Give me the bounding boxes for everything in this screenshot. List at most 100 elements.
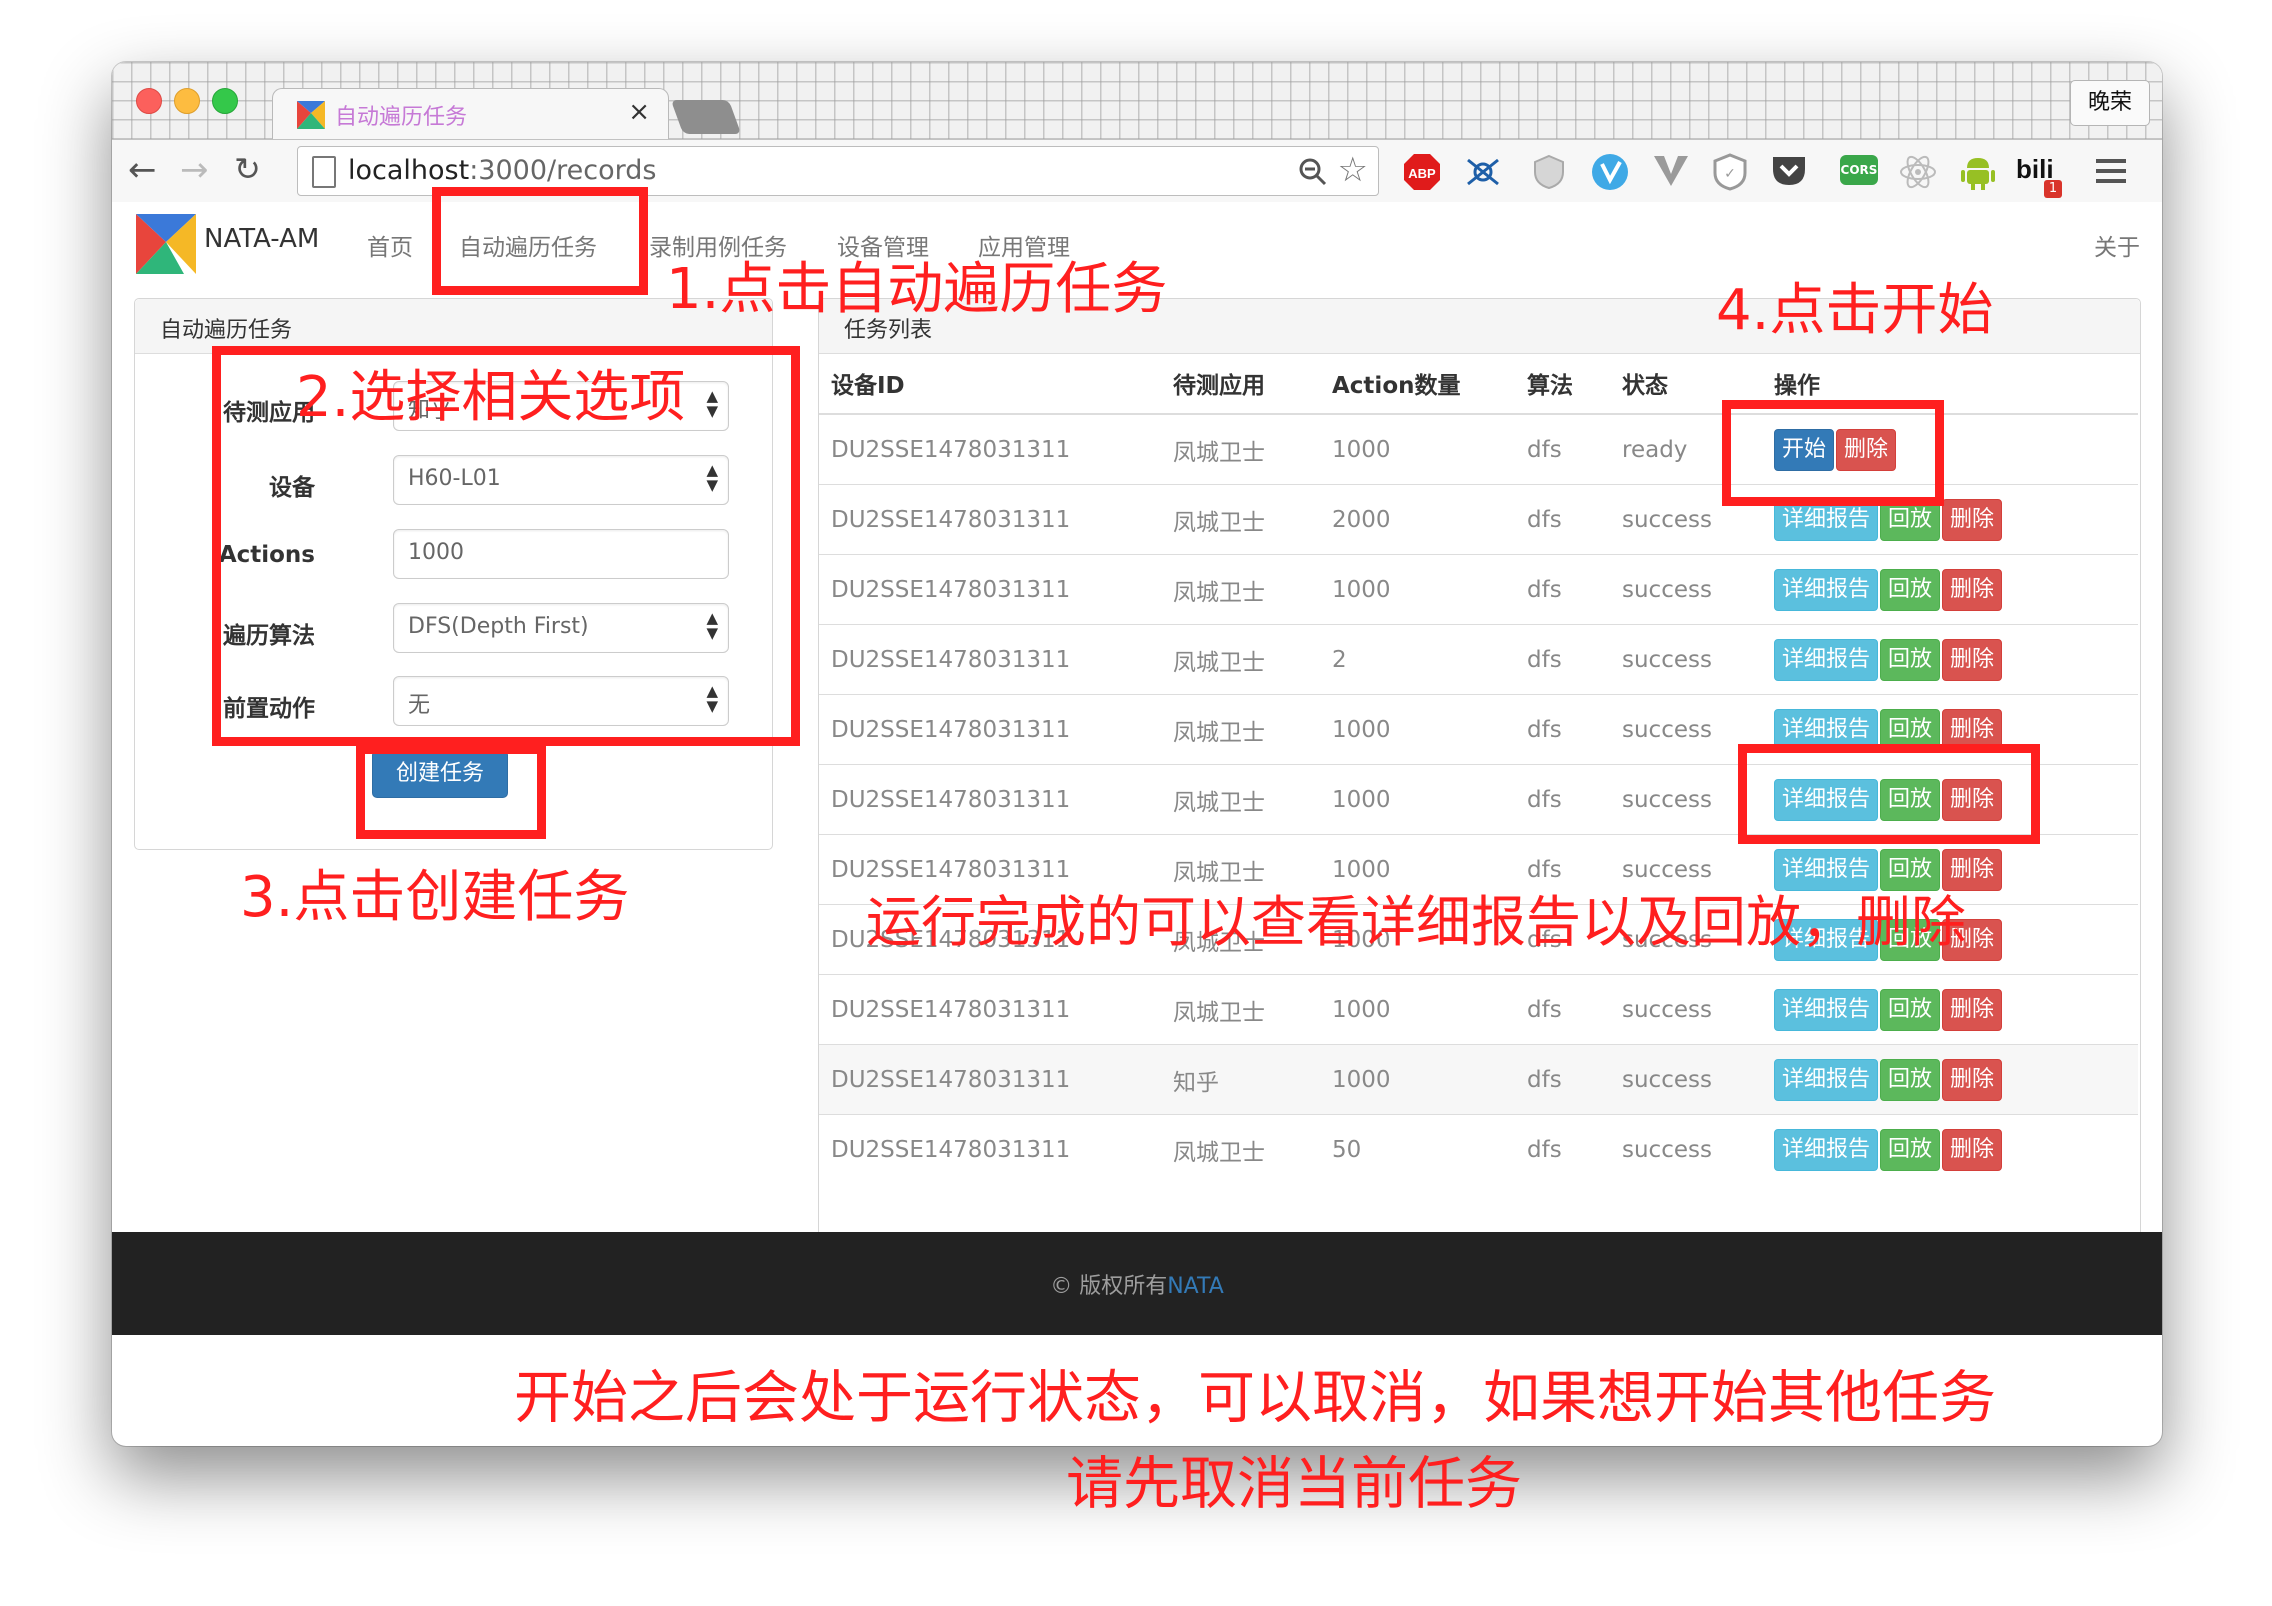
replay-button[interactable]: 回放 (1880, 1128, 1941, 1171)
replay-button[interactable]: 回放 (1880, 988, 1941, 1031)
site-footer: © 版权所有NATA (112, 1232, 2162, 1335)
action-count-cell: 1000 (1320, 1044, 1515, 1115)
nata-favicon-icon (297, 101, 325, 129)
status-cell: success (1610, 554, 1762, 625)
app-cell: 凤城卫士 (1161, 554, 1320, 625)
annotation-bottom-note-2: 请先取消当前任务 (1066, 1451, 1522, 1517)
algorithm-cell: dfs (1515, 694, 1610, 765)
react-devtools-icon[interactable] (1898, 152, 1938, 192)
annotation-step2: 2.选择相关选项 (296, 365, 686, 430)
reload-icon[interactable]: ↻ (234, 150, 261, 188)
algorithm-cell: dfs (1515, 554, 1610, 625)
svg-text:ABP: ABP (1408, 166, 1436, 181)
app-cell: 凤城卫士 (1161, 764, 1320, 835)
replay-button[interactable]: 回放 (1880, 568, 1941, 611)
bookmark-star-icon[interactable]: ☆ (1338, 150, 1368, 190)
replay-button[interactable]: 回放 (1880, 1058, 1941, 1101)
algorithm-cell: dfs (1515, 974, 1610, 1045)
back-arrow-icon[interactable]: ← (128, 150, 157, 190)
delete-button[interactable]: 删除 (1942, 1128, 2003, 1171)
highlight-box-create (356, 745, 546, 839)
action-count-cell: 1000 (1320, 413, 1515, 485)
device-id-cell: DU2SSE1478031311 (819, 484, 1161, 555)
replay-button[interactable]: 回放 (1880, 638, 1941, 681)
app-cell: 凤城卫士 (1161, 624, 1320, 695)
network-extension-icon[interactable] (1464, 154, 1502, 190)
report-button[interactable]: 详细报告 (1774, 568, 1879, 611)
browser-tab[interactable]: 自动遍历任务 × (272, 88, 669, 141)
device-id-cell: DU2SSE1478031311 (819, 694, 1161, 765)
column-header: 算法 (1515, 353, 1610, 415)
status-cell: success (1610, 624, 1762, 695)
device-id-cell: DU2SSE1478031311 (819, 764, 1161, 835)
annotation-finished-note: 运行完成的可以查看详细报告以及回放，删除 (866, 890, 1967, 954)
menu-hamburger-icon[interactable] (2094, 156, 2128, 186)
report-button[interactable]: 详细报告 (1774, 988, 1879, 1031)
replay-button[interactable]: 回放 (1880, 848, 1941, 891)
report-button[interactable]: 详细报告 (1774, 1058, 1879, 1101)
action-count-cell: 1000 (1320, 974, 1515, 1045)
browser-titlebar: 自动遍历任务 × 晚荣 (112, 62, 2162, 141)
create-task-panel-title: 自动遍历任务 (160, 318, 293, 343)
adblock-plus-icon[interactable]: ABP (1402, 152, 1442, 192)
browser-toolbar: ← → ↻ localhost:3000/records ☆ ABP ✓ COR… (112, 139, 2162, 203)
action-count-cell: 1000 (1320, 694, 1515, 765)
nata-logo[interactable] (132, 210, 200, 278)
action-count-cell: 1000 (1320, 554, 1515, 625)
profile-button[interactable]: 晚荣 (2070, 80, 2150, 126)
footer-copyright: © 版权所有NATA (1050, 1274, 1224, 1299)
app-cell: 凤城卫士 (1161, 413, 1320, 485)
zoom-search-icon[interactable] (1298, 157, 1328, 187)
delete-button[interactable]: 删除 (1942, 1058, 2003, 1101)
annotation-step3: 3.点击创建任务 (240, 865, 630, 930)
table-row: DU2SSE1478031311 知乎 1000 dfs success 详细报告 回放 删除 (819, 1044, 2138, 1115)
device-id-cell: DU2SSE1478031311 (819, 1044, 1161, 1115)
report-button[interactable]: 详细报告 (1774, 848, 1879, 891)
bilibili-extension-icon[interactable]: bili 1 (2016, 154, 2062, 198)
highlight-box-start (1722, 400, 1944, 506)
pocket-icon[interactable] (1770, 154, 1808, 188)
delete-button[interactable]: 删除 (1942, 848, 2003, 891)
v-extension-icon[interactable] (1652, 154, 1690, 188)
shield-extension-icon[interactable] (1532, 154, 1566, 190)
new-tab-button[interactable] (670, 100, 742, 134)
annotation-step4: 4.点击开始 (1716, 278, 1994, 343)
operations-cell: 详细报告 回放 删除 (1762, 554, 2138, 625)
cors-extension-icon[interactable]: CORS (1840, 155, 1878, 185)
minimize-window-icon[interactable] (174, 88, 200, 114)
algorithm-cell: dfs (1515, 413, 1610, 485)
highlight-box-nav (432, 187, 648, 295)
status-cell: success (1610, 1044, 1762, 1115)
report-button[interactable]: 详细报告 (1774, 1128, 1879, 1171)
bilibili-badge: 1 (2044, 180, 2062, 198)
privacy-shield-icon[interactable]: ✓ (1712, 153, 1748, 191)
url-text: localhost:3000/records (348, 155, 657, 186)
forward-arrow-icon[interactable]: → (180, 150, 209, 190)
tab-close-icon[interactable]: × (628, 97, 650, 127)
vimium-extension-icon[interactable] (1590, 152, 1630, 192)
operations-cell: 详细报告 回放 删除 (1762, 974, 2138, 1045)
nav-item-home[interactable]: 首页 (367, 228, 413, 262)
app-cell: 凤城卫士 (1161, 694, 1320, 765)
footer-brand-link[interactable]: NATA (1167, 1274, 1224, 1299)
delete-button[interactable]: 删除 (1942, 568, 2003, 611)
close-window-icon[interactable] (136, 88, 162, 114)
device-id-cell: DU2SSE1478031311 (819, 413, 1161, 485)
table-row: DU2SSE1478031311 凤城卫士 2 dfs success 详细报告 回放 删除 (819, 624, 2138, 695)
android-icon[interactable] (1960, 152, 1996, 192)
table-row: DU2SSE1478031311 凤城卫士 50 dfs success 详细报告 回放 删除 (819, 1114, 2138, 1184)
column-header: Action数量 (1320, 353, 1515, 415)
action-count-cell: 1000 (1320, 764, 1515, 835)
algorithm-cell: dfs (1515, 484, 1610, 555)
page-icon (312, 156, 336, 188)
brand-name[interactable]: NATA-AM (204, 224, 319, 254)
delete-button[interactable]: 删除 (1942, 988, 2003, 1031)
highlight-box-actions (1738, 744, 2040, 844)
delete-button[interactable]: 删除 (1942, 638, 2003, 681)
delete-button[interactable]: 删除 (1942, 498, 2003, 541)
svg-text:✓: ✓ (1724, 166, 1736, 182)
column-header: 待测应用 (1161, 353, 1320, 415)
nav-item-about[interactable]: 关于 (2094, 228, 2140, 262)
zoom-window-icon[interactable] (212, 88, 238, 114)
report-button[interactable]: 详细报告 (1774, 638, 1879, 681)
